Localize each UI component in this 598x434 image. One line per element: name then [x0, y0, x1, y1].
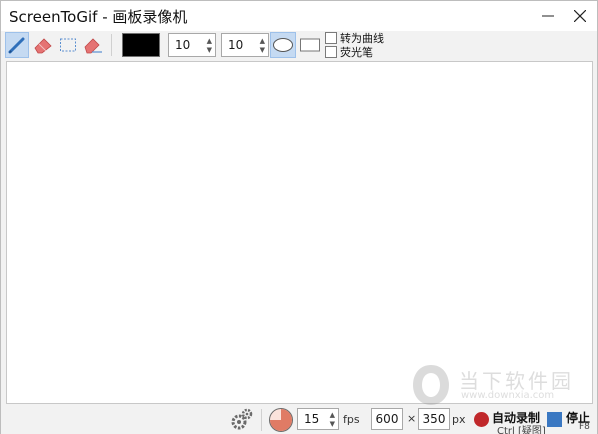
px-label: px	[452, 413, 466, 426]
toolbar: 10 ▲ ▼ 10 ▲ ▼ 转为曲线 荧光笔	[1, 31, 597, 61]
pen-height-value: 10	[228, 38, 244, 52]
decrement-icon[interactable]: ▼	[260, 46, 265, 54]
increment-icon[interactable]: ▲	[260, 37, 265, 45]
app-window: ScreenToGif - 画板录像机 10 ▲ ▼ 10 ▲ ▼ 转为曲线 荧…	[0, 0, 598, 434]
record-icon[interactable]	[474, 412, 489, 427]
increment-icon[interactable]: ▲	[330, 411, 335, 419]
rectangle-tip-button[interactable]	[297, 32, 323, 58]
width-input[interactable]: 600	[371, 408, 403, 430]
stop-shortcut: F8	[579, 422, 590, 432]
selection-icon	[60, 38, 76, 52]
minimize-icon	[542, 15, 554, 17]
toolbar-divider	[111, 34, 112, 56]
fps-stepper[interactable]: 15 ▲ ▼	[297, 408, 339, 430]
pen-tool-button[interactable]	[5, 32, 29, 58]
ellipse-icon	[273, 38, 293, 52]
fps-value: 15	[304, 412, 320, 426]
pen-width-stepper[interactable]: 10 ▲ ▼	[168, 33, 216, 57]
stroke-eraser-icon	[84, 38, 102, 54]
watermark: 当下软件园 www.downxia.com	[409, 361, 589, 411]
increment-icon[interactable]: ▲	[207, 37, 212, 45]
minimize-button[interactable]	[531, 1, 565, 31]
pen-height-stepper[interactable]: 10 ▲ ▼	[221, 33, 269, 57]
fps-icon-button	[268, 407, 294, 434]
fit-to-curve-checkbox[interactable]: 转为曲线	[325, 31, 384, 45]
decrement-icon[interactable]: ▼	[207, 46, 212, 54]
watermark-logo-icon	[413, 365, 449, 405]
window-title: ScreenToGif - 画板录像机	[9, 8, 188, 26]
bottom-divider	[261, 409, 262, 431]
select-tool-button[interactable]	[56, 32, 80, 58]
height-input[interactable]: 350	[418, 408, 450, 430]
stroke-eraser-tool-button[interactable]	[81, 32, 105, 58]
highlighter-checkbox[interactable]: 荧光笔	[325, 45, 373, 59]
fps-label: fps	[343, 413, 360, 426]
record-shortcut: Ctrl [疑图]	[497, 426, 546, 434]
bottom-bar: 15 ▲ ▼ fps 600 × 350 px 自动录制 Ctrl [疑图] 停…	[1, 405, 597, 434]
close-button[interactable]	[563, 1, 597, 31]
ellipse-tip-button[interactable]	[270, 32, 296, 58]
decrement-icon[interactable]: ▼	[330, 420, 335, 428]
settings-button[interactable]	[230, 407, 254, 434]
highlighter-label: 荧光笔	[340, 45, 373, 59]
frame-rate-icon	[269, 408, 293, 432]
drawing-canvas[interactable]	[6, 61, 593, 404]
eraser-icon	[34, 38, 52, 54]
checkbox-box[interactable]	[325, 31, 337, 44]
gears-icon	[231, 408, 253, 430]
pen-icon	[8, 37, 25, 54]
times-sign: ×	[407, 412, 417, 425]
close-icon	[574, 10, 586, 22]
pen-width-value: 10	[175, 38, 191, 52]
color-picker[interactable]	[122, 33, 160, 57]
stop-icon[interactable]	[547, 412, 562, 427]
rectangle-icon	[300, 38, 320, 52]
watermark-url: www.downxia.com	[461, 390, 555, 401]
checkbox-box[interactable]	[325, 45, 337, 58]
eraser-tool-button[interactable]	[31, 32, 55, 58]
title-bar: ScreenToGif - 画板录像机	[1, 1, 597, 31]
